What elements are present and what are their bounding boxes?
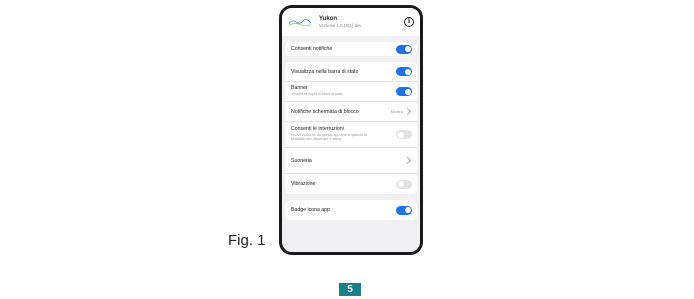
status-bar-toggle[interactable] (396, 67, 412, 76)
notifications-card: Consenti notifiche (285, 42, 417, 56)
app-info: Yukon Versione 1.0.16(1)-dev (319, 16, 404, 28)
vibration-row[interactable]: Vibrazione (285, 174, 417, 194)
page-number-badge: 5 (339, 283, 361, 296)
app-badge-label: Badge icona app (291, 207, 330, 213)
status-bar-row[interactable]: Visualizza nella barra di stato (285, 62, 417, 82)
banner-toggle[interactable] (396, 87, 412, 96)
chevron-right-icon (403, 156, 412, 165)
interruptions-row[interactable]: Consenti le interruzioni Nuove notifiche… (285, 122, 417, 148)
phone-screen: Yukon Versione 1.0.16(1)-dev i Consenti … (279, 5, 423, 255)
app-header: Yukon Versione 1.0.16(1)-dev i (282, 8, 420, 36)
allow-notifications-toggle[interactable] (396, 44, 412, 54)
lock-screen-row[interactable]: Notifiche schermata di blocco Mostra (285, 102, 417, 122)
interruptions-subtitle-line2: Modalità non disturbare è attiva. (291, 136, 343, 141)
ringtone-label: Suoneria (291, 157, 312, 164)
lock-screen-label: Notifiche schermata di blocco (291, 108, 359, 115)
app-badge-toggle[interactable] (396, 205, 412, 215)
vibration-label: Vibrazione (291, 181, 316, 187)
badge-card: Badge icona app (285, 200, 417, 220)
allow-notifications-label: Consenti notifiche (291, 46, 333, 52)
yukon-logo-icon (288, 17, 312, 27)
ringtone-row[interactable]: Suoneria (285, 148, 417, 174)
chevron-right-icon (403, 107, 412, 116)
banner-subtitle: Visualizza sopra la barra di stato (291, 91, 343, 96)
banner-row[interactable]: Banner Visualizza sopra la barra di stat… (285, 82, 417, 102)
app-name: Yukon (319, 15, 338, 22)
info-icon[interactable]: i (404, 17, 414, 27)
display-options-card: Visualizza nella barra di stato Banner V… (285, 62, 417, 194)
status-bar-label: Visualizza nella barra di stato (291, 68, 359, 75)
interruptions-toggle[interactable] (396, 130, 412, 139)
allow-notifications-row[interactable]: Consenti notifiche (285, 42, 417, 56)
app-version: Versione 1.0.16(1)-dev (319, 22, 362, 28)
figure-label: Fig. 1 (228, 232, 266, 249)
app-badge-row[interactable]: Badge icona app (285, 200, 417, 220)
lock-screen-value: Mostra (390, 109, 403, 114)
vibration-toggle[interactable] (396, 179, 412, 189)
